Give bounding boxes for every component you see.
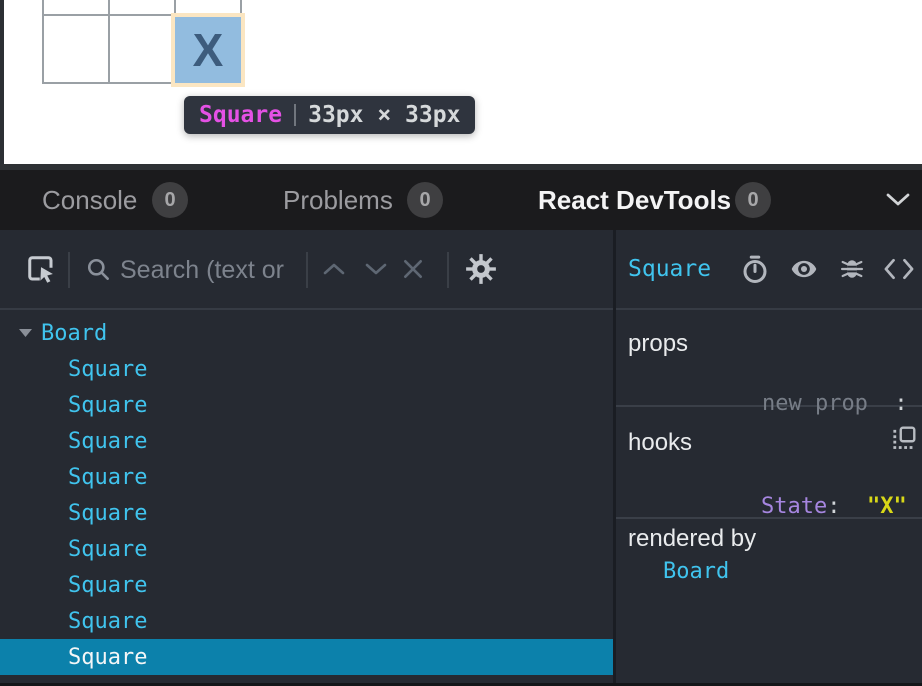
board-cell-value: X [193, 23, 224, 77]
tree-toolbar [0, 230, 613, 310]
chevron-down-icon[interactable] [365, 262, 387, 276]
state-hook-value[interactable]: "X" [867, 494, 907, 519]
selected-component-name: Square [628, 230, 711, 308]
stopwatch-icon[interactable] [740, 254, 770, 284]
props-section: props new prop : "" [616, 310, 922, 407]
rendered-by-title: rendered by [628, 525, 756, 553]
toolbar-separator [447, 252, 449, 288]
tab-react-devtools[interactable]: React DevTools [538, 170, 731, 230]
clear-search-icon[interactable] [402, 258, 424, 280]
tree-item-label: Board [41, 321, 107, 346]
view-source-icon[interactable] [882, 257, 916, 281]
tree-item-label: Square [68, 501, 147, 526]
tree-item-square[interactable]: Square [0, 495, 613, 531]
chevron-up-icon[interactable] [323, 262, 345, 276]
tree-item-label: Square [68, 537, 147, 562]
hooks-section: hooks State: "X" [616, 407, 922, 519]
tree-item-label: Square [68, 393, 147, 418]
board-cell-x[interactable]: X [175, 17, 241, 83]
rendered-by-owner[interactable]: Board [663, 559, 729, 584]
tooltip-component-name: Square [199, 102, 282, 128]
expander-triangle-icon[interactable] [19, 329, 32, 338]
bug-icon[interactable] [838, 254, 866, 284]
colon: : [827, 494, 867, 519]
board-grid-line [108, 0, 110, 84]
search-icon [86, 257, 112, 283]
parse-hooks-icon[interactable] [891, 425, 917, 451]
props-section-title: props [628, 330, 688, 358]
devtools-tabbar: Console 0 Problems 0 React DevTools 0 [0, 170, 922, 230]
gear-icon[interactable] [464, 252, 498, 286]
tooltip-dimensions: 33px × 33px [308, 102, 460, 128]
tree-item-square[interactable]: Square [0, 459, 613, 495]
inspect-tooltip: Square 33px × 33px [184, 96, 475, 134]
tab-console[interactable]: Console [42, 170, 137, 230]
hooks-section-title: hooks [628, 429, 692, 457]
eye-icon[interactable] [788, 255, 820, 283]
inspect-element-icon[interactable] [26, 254, 56, 284]
toolbar-separator [68, 252, 70, 288]
tree-item-label: Square [68, 357, 147, 382]
react-devtools-badge: 0 [735, 182, 771, 218]
toolbar-separator [306, 252, 308, 288]
window-edge [0, 0, 4, 164]
rendered-by-section: rendered by Board [616, 519, 922, 683]
tree-item-label: Square [68, 573, 147, 598]
browser-viewport: X Square 33px × 33px [0, 0, 922, 164]
tree-item-label: Square [68, 609, 147, 634]
details-toolbar: Square [616, 230, 922, 310]
tree-item-square[interactable]: Square [0, 423, 613, 459]
tab-problems[interactable]: Problems [283, 170, 393, 230]
react-devtools-panel: Board Square Square Square Square Square… [0, 230, 922, 686]
state-hook-key: State [761, 494, 827, 519]
component-tree: Board Square Square Square Square Square… [0, 310, 613, 675]
component-tree-children: Square Square Square Square Square Squar… [0, 351, 613, 675]
board-grid-line [42, 0, 44, 84]
search-input[interactable] [118, 248, 302, 292]
chevron-down-icon[interactable] [886, 193, 910, 207]
tree-item-square[interactable]: Square [0, 567, 613, 603]
tooltip-separator [294, 104, 296, 126]
devtools-window: X Square 33px × 33px Console 0 Problems … [0, 0, 922, 686]
console-badge: 0 [152, 182, 188, 218]
tree-item-label: Square [68, 429, 147, 454]
tree-item-label: Square [68, 465, 147, 490]
tree-item-label: Square [68, 645, 147, 670]
tree-item-square[interactable]: Square [0, 603, 613, 639]
tree-item-square[interactable]: Square [0, 639, 613, 675]
problems-badge: 0 [407, 182, 443, 218]
tree-item-square[interactable]: Square [0, 531, 613, 567]
tree-item-square[interactable]: Square [0, 351, 613, 387]
tree-item-square[interactable]: Square [0, 387, 613, 423]
tree-item-board[interactable]: Board [0, 315, 613, 351]
